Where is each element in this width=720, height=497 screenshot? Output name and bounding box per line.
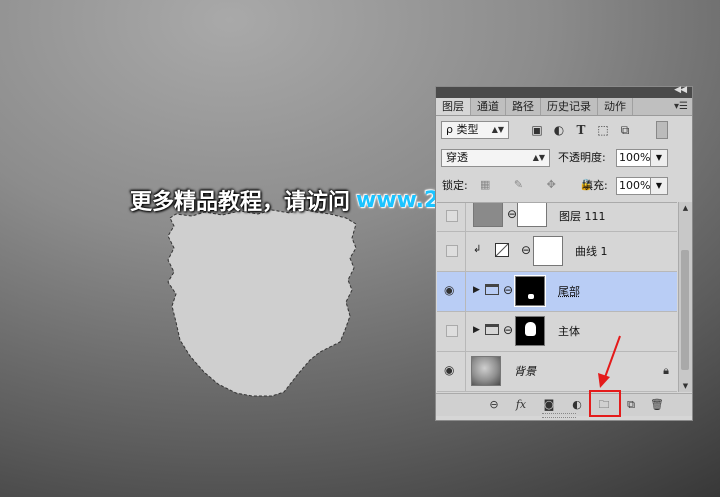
shape-filter-icon[interactable]: ⬚ — [596, 123, 610, 137]
mask-thumbnail — [514, 275, 546, 307]
collapse-icon[interactable]: ◀◀ — [674, 85, 687, 95]
visibility-toggle[interactable] — [437, 232, 466, 271]
layer-name: 曲线 1 — [575, 245, 608, 258]
fill-input[interactable]: 100% — [616, 177, 651, 195]
layer-thumbnail — [473, 203, 503, 227]
image-filter-icon[interactable]: ▣ — [530, 123, 544, 137]
tab-channels[interactable]: 通道 — [471, 98, 506, 115]
link-icon: ⊖ — [503, 323, 514, 337]
expand-arrow-icon[interactable]: ▶ — [473, 285, 480, 295]
mask-shape — [528, 294, 534, 299]
visibility-toggle[interactable] — [437, 203, 466, 231]
fill-label: 填充: — [582, 179, 608, 192]
adjustment-layer-icon[interactable]: ◐ — [569, 397, 585, 413]
adjustment-filter-icon[interactable]: ◐ — [552, 123, 566, 137]
tab-layers[interactable]: 图层 — [436, 98, 471, 115]
layer-row-curves1[interactable]: ↲ ⊖ 曲线 1 — [437, 232, 677, 272]
add-mask-icon[interactable]: ◙ — [541, 397, 557, 413]
updown-arrow-icon: ▲▼ — [532, 153, 545, 162]
updown-arrow-icon: ▲▼ — [491, 125, 504, 134]
link-icon: ⊖ — [503, 283, 514, 297]
layers-panel: ◀◀ 图层 通道 路径 历史记录 动作 ▾☰ ρ 类型 ▲▼ ▣ ◐ T ⬚ ⧉… — [435, 85, 693, 421]
layers-scrollbar[interactable]: ▲ ▼ — [678, 202, 692, 392]
blend-mode-value: 穿透 — [446, 151, 468, 164]
mask-thumbnail — [533, 236, 563, 266]
link-layers-icon[interactable]: ⊖ — [486, 397, 502, 413]
visibility-toggle[interactable]: ◉ — [437, 352, 466, 391]
opacity-label: 不透明度: — [558, 151, 606, 164]
opacity-input[interactable]: 100% — [616, 149, 651, 167]
lock-label: 锁定: — [442, 179, 468, 192]
folder-icon — [485, 324, 499, 335]
panel-menu-icon[interactable]: ▾☰ — [674, 98, 688, 115]
link-icon: ⊖ — [521, 243, 532, 257]
layer-row-layer111[interactable]: ⊖ 图层 111 — [437, 203, 677, 232]
expand-arrow-icon[interactable]: ▶ — [473, 325, 480, 335]
filter-kind-select[interactable]: ρ 类型 ▲▼ — [441, 121, 509, 139]
lock-icon: 🔒︎ — [663, 364, 669, 377]
smart-object-filter-icon[interactable]: ⧉ — [618, 123, 632, 137]
layer-thumbnail — [471, 356, 501, 386]
blend-mode-select[interactable]: 穿透 ▲▼ — [441, 149, 550, 167]
eye-icon: ◉ — [444, 283, 455, 297]
panel-tabs: 图层 通道 路径 历史记录 动作 ▾☰ — [436, 98, 692, 116]
watermark-text: 更多精品教程，请访问 — [130, 190, 351, 215]
panel-titlebar[interactable]: ◀◀ — [436, 85, 692, 98]
link-icon: ⊖ — [507, 207, 518, 221]
fill-dropdown[interactable]: ▼ — [651, 177, 668, 195]
layers-list: ⊖ 图层 111 ↲ ⊖ 曲线 1 ◉ ▶ ⊖ 尾部 ▶ ⊖ 主体 ◉ 背景 🔒… — [437, 202, 677, 393]
panel-resize-grip[interactable] — [542, 413, 576, 418]
visibility-box — [446, 245, 458, 257]
layer-row-body[interactable]: ▶ ⊖ 主体 — [437, 312, 677, 352]
layer-name: 背景 — [514, 365, 536, 378]
visibility-box — [446, 210, 458, 222]
scroll-thumb[interactable] — [681, 250, 689, 370]
opacity-dropdown[interactable]: ▼ — [651, 149, 668, 167]
trash-icon[interactable]: 🗑︎ — [649, 397, 665, 413]
folder-icon — [485, 284, 499, 295]
clip-arrow-icon: ↲ — [473, 244, 482, 255]
scroll-down-icon[interactable]: ▼ — [679, 380, 692, 392]
layer-row-background[interactable]: ◉ 背景 🔒︎ — [437, 352, 677, 392]
curves-icon — [495, 243, 509, 257]
mask-shape — [525, 322, 536, 336]
filter-kind-label: ρ 类型 — [446, 123, 479, 136]
eye-icon: ◉ — [444, 363, 455, 377]
tab-history[interactable]: 历史记录 — [541, 98, 598, 115]
mask-thumbnail — [515, 316, 545, 346]
fx-icon[interactable]: fx — [513, 397, 529, 413]
visibility-box — [446, 325, 458, 337]
new-group-highlight-box — [589, 390, 621, 417]
visibility-toggle[interactable] — [437, 312, 466, 351]
layer-name: 尾部 — [558, 285, 580, 298]
layer-row-tail[interactable]: ◉ ▶ ⊖ 尾部 — [437, 272, 677, 312]
scroll-up-icon[interactable]: ▲ — [679, 202, 692, 214]
new-layer-icon[interactable]: ⧉ — [623, 397, 639, 413]
tab-paths[interactable]: 路径 — [506, 98, 541, 115]
visibility-toggle[interactable]: ◉ — [437, 272, 466, 311]
mask-thumbnail — [517, 203, 547, 227]
layer-name: 主体 — [558, 325, 580, 338]
type-filter-icon[interactable]: T — [574, 123, 588, 137]
tab-actions[interactable]: 动作 — [598, 98, 633, 115]
layer-name: 图层 111 — [559, 210, 606, 223]
filter-toggle-icon[interactable] — [656, 121, 668, 139]
